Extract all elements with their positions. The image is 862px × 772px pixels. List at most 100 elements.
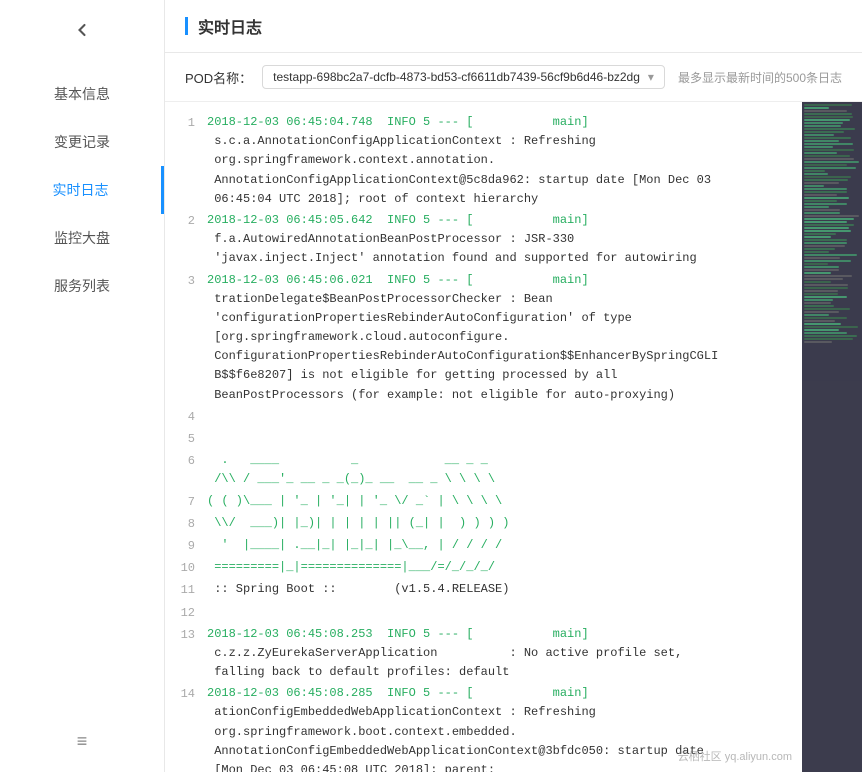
- minimap-line: [804, 158, 854, 160]
- log-line-content: 2018-12-03 06:45:06.021 INFO 5 --- [ mai…: [207, 271, 782, 405]
- minimap-line: [804, 152, 837, 154]
- minimap-line: [804, 335, 857, 337]
- log-line-number: 9: [165, 536, 195, 556]
- log-line: 12018-12-03 06:45:04.748 INFO 5 --- [ ma…: [165, 112, 802, 210]
- minimap-line: [804, 206, 829, 208]
- minimap-line: [804, 323, 841, 325]
- minimap-line: [804, 275, 852, 277]
- pod-label: POD名称：: [185, 68, 252, 87]
- minimap-line: [804, 155, 850, 157]
- sidebar-item-service-list[interactable]: 服务列表: [0, 262, 164, 310]
- minimap-line: [804, 146, 833, 148]
- minimap-line: [804, 320, 835, 322]
- log-line: 5: [165, 428, 802, 450]
- minimap-line: [804, 305, 834, 307]
- minimap-line: [804, 299, 833, 301]
- minimap-line: [804, 266, 839, 268]
- main-content: 实时日志 POD名称： testapp-698bc2a7-dcfb-4873-b…: [165, 0, 862, 772]
- sidebar-nav: 基本信息 变更记录 实时日志 监控大盘 服务列表: [0, 70, 164, 310]
- minimap-line: [804, 332, 847, 334]
- page-title: 实时日志: [198, 14, 262, 38]
- minimap-line: [804, 209, 840, 211]
- log-line-content: ( ( )\___ | '_ | '_| | '_ \/ _` | \ \ \ …: [207, 492, 782, 511]
- minimap-line: [804, 191, 847, 193]
- minimap-line: [804, 269, 839, 271]
- pod-selector[interactable]: testapp-698bc2a7-dcfb-4873-bd53-cf6611db…: [262, 65, 665, 89]
- minimap-line: [804, 221, 847, 223]
- log-line-number: 11: [165, 580, 195, 600]
- sidebar-item-realtime-log[interactable]: 实时日志: [0, 166, 164, 214]
- sidebar-item-change-log[interactable]: 变更记录: [0, 118, 164, 166]
- log-line-content: 2018-12-03 06:45:08.253 INFO 5 --- [ mai…: [207, 625, 782, 683]
- minimap-line: [804, 188, 847, 190]
- minimap-line: [804, 248, 835, 250]
- log-line-number: 8: [165, 514, 195, 534]
- sidebar-item-basic-info[interactable]: 基本信息: [0, 70, 164, 118]
- minimap-line: [804, 164, 847, 166]
- log-line-number: 5: [165, 429, 195, 449]
- toolbar: POD名称： testapp-698bc2a7-dcfb-4873-bd53-c…: [165, 53, 862, 102]
- toolbar-note: 最多显示最新时间的500条日志: [678, 69, 842, 86]
- minimap-line: [804, 314, 829, 316]
- minimap-line: [804, 215, 859, 217]
- minimap-line: [804, 341, 832, 343]
- log-line: 11 :: Spring Boot :: (v1.5.4.RELEASE): [165, 579, 802, 601]
- minimap-line: [804, 293, 838, 295]
- minimap-line: [804, 260, 851, 262]
- sidebar-item-monitor[interactable]: 监控大盘: [0, 214, 164, 262]
- minimap-line: [804, 116, 853, 118]
- log-line: 4: [165, 406, 802, 428]
- minimap-line: [804, 128, 855, 130]
- minimap-line: [804, 119, 850, 121]
- minimap-line: [804, 194, 837, 196]
- minimap-line: [804, 329, 839, 331]
- minimap-line: [804, 122, 843, 124]
- minimap-line: [804, 140, 839, 142]
- log-line-content: . ____ _ __ _ _ /\\ / ___'_ __ _ _(_)_ _…: [207, 451, 782, 489]
- minimap-line: [804, 239, 847, 241]
- log-minimap: [802, 102, 862, 772]
- minimap-line: [804, 167, 856, 169]
- back-button[interactable]: [62, 10, 102, 50]
- minimap-line: [804, 212, 840, 214]
- minimap-line: [804, 227, 849, 229]
- sidebar-collapse-button[interactable]: ≡: [0, 711, 164, 772]
- minimap-line: [804, 311, 839, 313]
- minimap-line: [804, 236, 831, 238]
- log-line: 12: [165, 602, 802, 624]
- minimap-line: [804, 113, 852, 115]
- minimap-line: [804, 143, 853, 145]
- chevron-down-icon: ▾: [648, 70, 654, 84]
- log-line-content: 2018-12-03 06:45:05.642 INFO 5 --- [ mai…: [207, 211, 782, 269]
- log-line: 9 ' |____| .__|_| |_|_| |_\__, | / / / /: [165, 535, 802, 557]
- page-header: 实时日志: [165, 0, 862, 53]
- log-line-content: :: Spring Boot :: (v1.5.4.RELEASE): [207, 580, 782, 599]
- minimap-line: [804, 287, 848, 289]
- minimap-line: [804, 290, 838, 292]
- log-line-content: ' |____| .__|_| |_|_| |_\__, | / / / /: [207, 536, 782, 555]
- log-line-number: 10: [165, 558, 195, 578]
- minimap-line: [804, 272, 831, 274]
- log-line: 6 . ____ _ __ _ _ /\\ / ___'_ __ _ _(_)_…: [165, 450, 802, 490]
- log-line-number: 3: [165, 271, 195, 291]
- minimap-line: [804, 224, 854, 226]
- log-line-number: 1: [165, 113, 195, 133]
- minimap-line: [804, 107, 829, 109]
- log-line-content: \\/ ___)| |_)| | | | | || (_| | ) ) ) ): [207, 514, 782, 533]
- log-line-content: =========|_|==============|___/=/_/_/_/: [207, 558, 782, 577]
- minimap-line: [804, 149, 854, 151]
- minimap-line: [804, 170, 825, 172]
- minimap-line: [804, 200, 837, 202]
- minimap-line: [804, 131, 844, 133]
- log-line-number: 2: [165, 211, 195, 231]
- sidebar: 基本信息 变更记录 实时日志 监控大盘 服务列表 ≡: [0, 0, 165, 772]
- minimap-line: [804, 296, 847, 298]
- log-content[interactable]: 12018-12-03 06:45:04.748 INFO 5 --- [ ma…: [165, 102, 802, 772]
- minimap-line: [804, 233, 836, 235]
- minimap-line: [804, 230, 851, 232]
- minimap-line: [804, 278, 843, 280]
- minimap-line: [804, 182, 839, 184]
- minimap-line: [804, 203, 847, 205]
- minimap-line: [804, 254, 857, 256]
- minimap-line: [804, 281, 831, 283]
